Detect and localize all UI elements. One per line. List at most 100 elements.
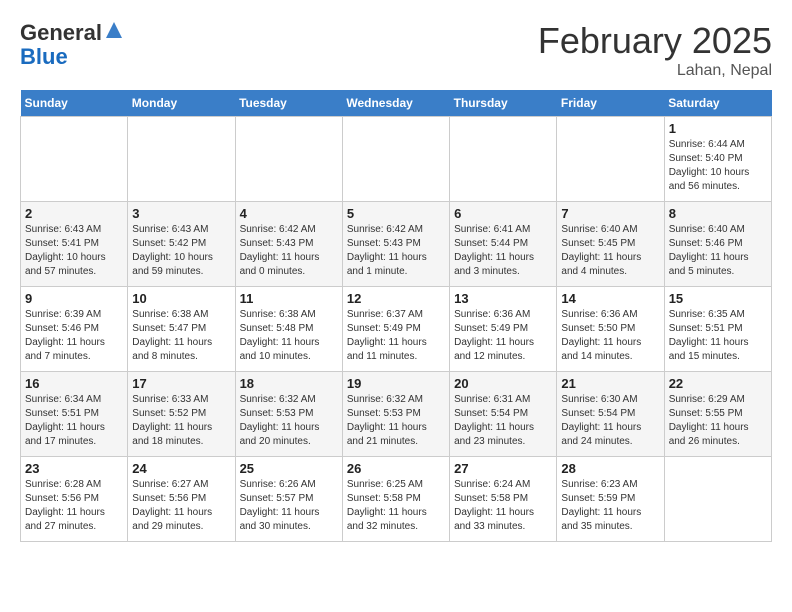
weekday-header: Monday [128,90,235,117]
day-info: Sunrise: 6:37 AM Sunset: 5:49 PM Dayligh… [347,308,445,364]
month-title: February 2025 [538,20,772,62]
calendar-table: SundayMondayTuesdayWednesdayThursdayFrid… [20,90,772,542]
day-number: 25 [240,461,338,476]
day-info: Sunrise: 6:27 AM Sunset: 5:56 PM Dayligh… [132,478,230,534]
day-number: 6 [454,206,552,221]
location: Lahan, Nepal [538,62,772,80]
day-info: Sunrise: 6:41 AM Sunset: 5:44 PM Dayligh… [454,223,552,279]
day-number: 7 [561,206,659,221]
day-info: Sunrise: 6:42 AM Sunset: 5:43 PM Dayligh… [347,223,445,279]
calendar-cell: 14 Sunrise: 6:36 AM Sunset: 5:50 PM Dayli… [557,287,664,372]
day-info: Sunrise: 6:39 AM Sunset: 5:46 PM Dayligh… [25,308,123,364]
weekday-header: Sunday [21,90,128,117]
day-info: Sunrise: 6:31 AM Sunset: 5:54 PM Dayligh… [454,393,552,449]
weekday-header: Saturday [664,90,771,117]
calendar-week-row: 2Sunrise: 6:43 AM Sunset: 5:41 PM Daylig… [21,202,772,287]
day-number: 27 [454,461,552,476]
calendar-cell: 6 Sunrise: 6:41 AM Sunset: 5:44 PM Daylig… [450,202,557,287]
calendar-cell: 1 Sunrise: 6:44 AM Sunset: 5:40 PM Daylig… [664,117,771,202]
calendar-cell: 4Sunrise: 6:42 AM Sunset: 5:43 PM Daylig… [235,202,342,287]
day-number: 22 [669,376,767,391]
day-number: 11 [240,291,338,306]
calendar-cell: 2Sunrise: 6:43 AM Sunset: 5:41 PM Daylig… [21,202,128,287]
calendar-cell: 8 Sunrise: 6:40 AM Sunset: 5:46 PM Daylig… [664,202,771,287]
day-info: Sunrise: 6:43 AM Sunset: 5:42 PM Dayligh… [132,223,230,279]
calendar-week-row: 1 Sunrise: 6:44 AM Sunset: 5:40 PM Daylig… [21,117,772,202]
calendar-cell: 12 Sunrise: 6:37 AM Sunset: 5:49 PM Dayli… [342,287,449,372]
day-info: Sunrise: 6:36 AM Sunset: 5:49 PM Dayligh… [454,308,552,364]
day-number: 24 [132,461,230,476]
day-number: 10 [132,291,230,306]
day-number: 9 [25,291,123,306]
calendar-week-row: 16 Sunrise: 6:34 AM Sunset: 5:51 PM Dayli… [21,372,772,457]
day-info: Sunrise: 6:40 AM Sunset: 5:45 PM Dayligh… [561,223,659,279]
day-info: Sunrise: 6:25 AM Sunset: 5:58 PM Dayligh… [347,478,445,534]
calendar-week-row: 23Sunrise: 6:28 AM Sunset: 5:56 PM Dayli… [21,457,772,542]
day-number: 23 [25,461,123,476]
day-info: Sunrise: 6:24 AM Sunset: 5:58 PM Dayligh… [454,478,552,534]
calendar-cell [664,457,771,542]
title-block: February 2025 Lahan, Nepal [538,20,772,80]
calendar-cell: 19 Sunrise: 6:32 AM Sunset: 5:53 PM Dayli… [342,372,449,457]
weekday-header: Wednesday [342,90,449,117]
calendar-cell: 15 Sunrise: 6:35 AM Sunset: 5:51 PM Dayli… [664,287,771,372]
day-info: Sunrise: 6:34 AM Sunset: 5:51 PM Dayligh… [25,393,123,449]
weekday-header: Thursday [450,90,557,117]
calendar-cell: 21 Sunrise: 6:30 AM Sunset: 5:54 PM Dayli… [557,372,664,457]
calendar-cell [342,117,449,202]
day-number: 12 [347,291,445,306]
calendar-week-row: 9 Sunrise: 6:39 AM Sunset: 5:46 PM Daylig… [21,287,772,372]
calendar-cell: 10 Sunrise: 6:38 AM Sunset: 5:47 PM Dayli… [128,287,235,372]
day-number: 26 [347,461,445,476]
day-number: 14 [561,291,659,306]
calendar-cell [128,117,235,202]
day-number: 19 [347,376,445,391]
day-info: Sunrise: 6:42 AM Sunset: 5:43 PM Dayligh… [240,223,338,279]
logo-general: General [20,20,102,45]
day-info: Sunrise: 6:36 AM Sunset: 5:50 PM Dayligh… [561,308,659,364]
day-info: Sunrise: 6:30 AM Sunset: 5:54 PM Dayligh… [561,393,659,449]
calendar-cell [450,117,557,202]
day-number: 16 [25,376,123,391]
calendar-cell: 9 Sunrise: 6:39 AM Sunset: 5:46 PM Daylig… [21,287,128,372]
logo-blue: Blue [20,44,68,69]
calendar-cell: 23Sunrise: 6:28 AM Sunset: 5:56 PM Dayli… [21,457,128,542]
day-number: 28 [561,461,659,476]
calendar-cell: 16 Sunrise: 6:34 AM Sunset: 5:51 PM Dayli… [21,372,128,457]
day-info: Sunrise: 6:32 AM Sunset: 5:53 PM Dayligh… [347,393,445,449]
calendar-cell: 18Sunrise: 6:32 AM Sunset: 5:53 PM Dayli… [235,372,342,457]
day-info: Sunrise: 6:32 AM Sunset: 5:53 PM Dayligh… [240,393,338,449]
day-info: Sunrise: 6:35 AM Sunset: 5:51 PM Dayligh… [669,308,767,364]
day-number: 20 [454,376,552,391]
day-info: Sunrise: 6:23 AM Sunset: 5:59 PM Dayligh… [561,478,659,534]
logo: General Blue [20,20,124,69]
day-number: 1 [669,121,767,136]
calendar-cell: 11Sunrise: 6:38 AM Sunset: 5:48 PM Dayli… [235,287,342,372]
day-info: Sunrise: 6:38 AM Sunset: 5:47 PM Dayligh… [132,308,230,364]
calendar-cell: 7 Sunrise: 6:40 AM Sunset: 5:45 PM Daylig… [557,202,664,287]
calendar-cell: 13 Sunrise: 6:36 AM Sunset: 5:49 PM Dayli… [450,287,557,372]
calendar-cell: 25Sunrise: 6:26 AM Sunset: 5:57 PM Dayli… [235,457,342,542]
logo-icon [104,20,124,40]
calendar-cell: 28 Sunrise: 6:23 AM Sunset: 5:59 PM Dayli… [557,457,664,542]
calendar-cell: 3Sunrise: 6:43 AM Sunset: 5:42 PM Daylig… [128,202,235,287]
calendar-cell: 5 Sunrise: 6:42 AM Sunset: 5:43 PM Daylig… [342,202,449,287]
day-info: Sunrise: 6:43 AM Sunset: 5:41 PM Dayligh… [25,223,123,279]
calendar-cell: 20 Sunrise: 6:31 AM Sunset: 5:54 PM Dayli… [450,372,557,457]
day-info: Sunrise: 6:40 AM Sunset: 5:46 PM Dayligh… [669,223,767,279]
day-info: Sunrise: 6:33 AM Sunset: 5:52 PM Dayligh… [132,393,230,449]
day-number: 21 [561,376,659,391]
calendar-cell: 24 Sunrise: 6:27 AM Sunset: 5:56 PM Dayli… [128,457,235,542]
calendar-cell: 27 Sunrise: 6:24 AM Sunset: 5:58 PM Dayli… [450,457,557,542]
weekday-header: Tuesday [235,90,342,117]
calendar-cell [557,117,664,202]
page-header: General Blue February 2025 Lahan, Nepal [20,20,772,80]
calendar-cell: 26 Sunrise: 6:25 AM Sunset: 5:58 PM Dayli… [342,457,449,542]
day-number: 15 [669,291,767,306]
day-info: Sunrise: 6:44 AM Sunset: 5:40 PM Dayligh… [669,138,767,194]
calendar-cell [21,117,128,202]
day-number: 13 [454,291,552,306]
day-number: 8 [669,206,767,221]
calendar-cell: 22Sunrise: 6:29 AM Sunset: 5:55 PM Dayli… [664,372,771,457]
day-number: 5 [347,206,445,221]
